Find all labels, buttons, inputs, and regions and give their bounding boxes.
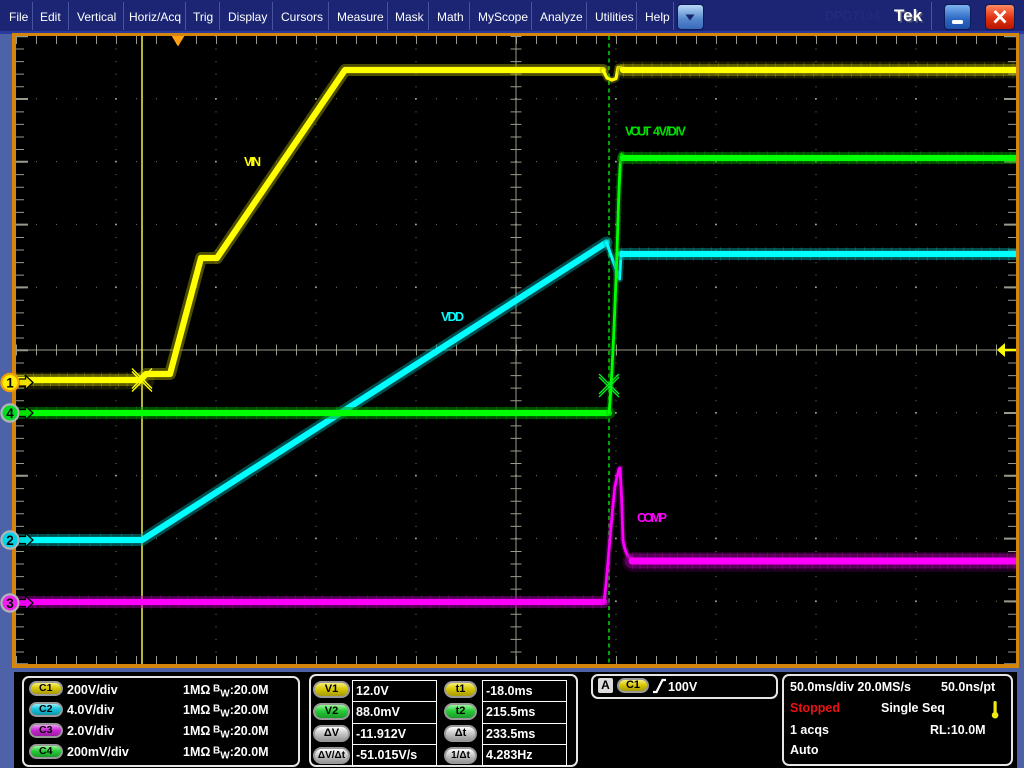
svg-text:2: 2: [6, 533, 14, 548]
svg-text:COMP: COMP: [637, 511, 667, 525]
svg-text:VIN: VIN: [244, 155, 261, 169]
svg-text:VDD: VDD: [441, 310, 464, 324]
svg-text:1: 1: [6, 376, 14, 391]
svg-text:VOUT: VOUT: [625, 125, 651, 139]
svg-text:3: 3: [6, 596, 14, 611]
svg-text:4: 4: [6, 406, 14, 421]
svg-text:4V/DIV: 4V/DIV: [653, 125, 687, 139]
